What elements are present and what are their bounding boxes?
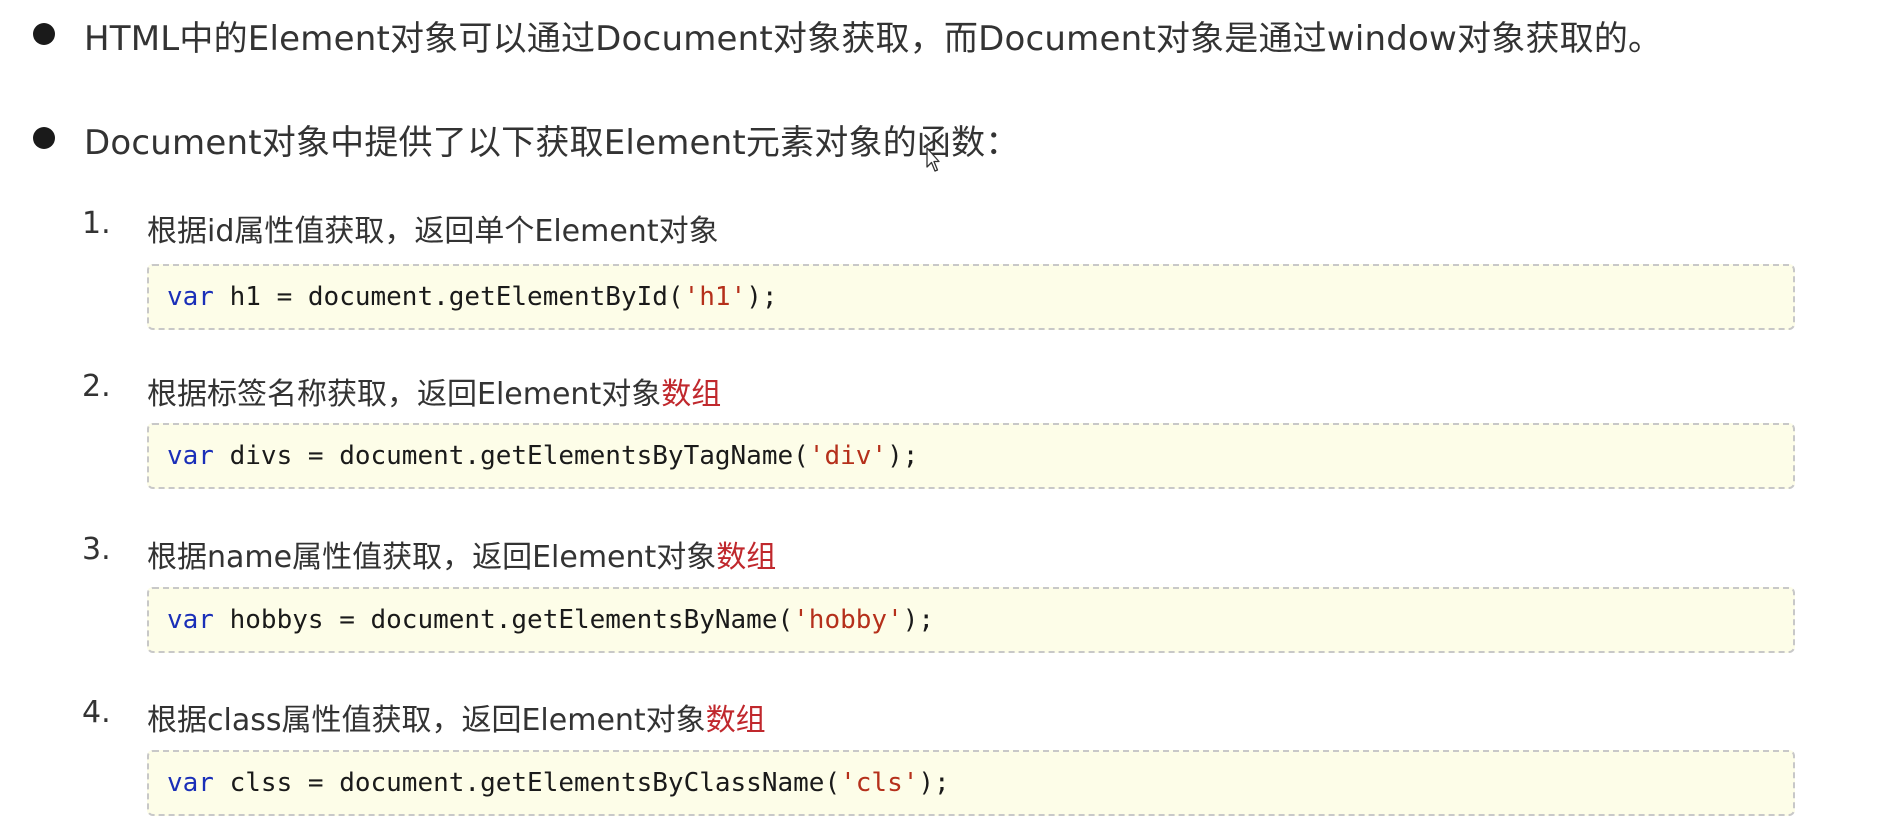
code-string: 'cls' xyxy=(840,768,919,798)
item-label: 根据id属性值获取，返回单个Element对象 xyxy=(147,206,719,250)
item-number: 2. xyxy=(82,369,111,404)
item-label: 根据标签名称获取，返回Element对象数组 xyxy=(147,369,721,413)
bullet-dot xyxy=(33,23,55,45)
item-label-text: 根据标签名称获取，返回Element对象 xyxy=(147,377,662,412)
code-block: var h1 = document.getElementById('h1'); xyxy=(147,264,1795,330)
item-label-text: 根据class属性值获取，返回Element对象 xyxy=(147,703,706,738)
code-string: 'div' xyxy=(808,441,888,471)
code-keyword: var xyxy=(167,605,214,635)
item-label: 根据class属性值获取，返回Element对象数组 xyxy=(147,695,766,739)
item-label-text: 根据id属性值获取，返回单个Element对象 xyxy=(147,214,719,249)
code-keyword: var xyxy=(167,441,214,471)
code-text-end: ); xyxy=(902,605,935,635)
code-block: var divs = document.getElementsByTagName… xyxy=(147,423,1795,489)
code-text: clss = document.getElementsByClassName( xyxy=(213,768,841,798)
bullet-text: Document对象中提供了以下获取Element元素对象的函数： xyxy=(84,123,1020,163)
code-text: h1 = document.getElementById( xyxy=(213,282,684,312)
item-label: 根据name属性值获取，返回Element对象数组 xyxy=(147,532,776,576)
item-number: 4. xyxy=(82,695,111,730)
code-text: hobbys = document.getElementsByName( xyxy=(213,605,794,635)
code-text-end: ); xyxy=(887,441,919,471)
item-label-emphasis: 数组 xyxy=(661,377,722,412)
code-string: 'h1' xyxy=(683,282,747,312)
mouse-pointer-icon xyxy=(926,147,940,172)
bullet-text: HTML中的Element对象可以通过Document对象获取，而Documen… xyxy=(84,19,1663,59)
code-keyword: var xyxy=(167,282,214,312)
item-label-text: 根据name属性值获取，返回Element对象 xyxy=(147,540,717,575)
item-number: 1. xyxy=(82,206,111,241)
code-text-end: ); xyxy=(918,768,950,798)
code-block: var clss = document.getElementsByClassNa… xyxy=(147,750,1795,816)
bullet-dot xyxy=(33,127,55,149)
code-keyword: var xyxy=(167,768,214,798)
item-label-emphasis: 数组 xyxy=(716,540,777,575)
code-string: 'hobby' xyxy=(793,605,903,635)
code-text: divs = document.getElementsByTagName( xyxy=(213,441,809,471)
item-label-emphasis: 数组 xyxy=(705,703,766,738)
code-block: var hobbys = document.getElementsByName(… xyxy=(147,587,1795,653)
item-number: 3. xyxy=(82,532,111,567)
code-text-end: ); xyxy=(746,282,778,312)
